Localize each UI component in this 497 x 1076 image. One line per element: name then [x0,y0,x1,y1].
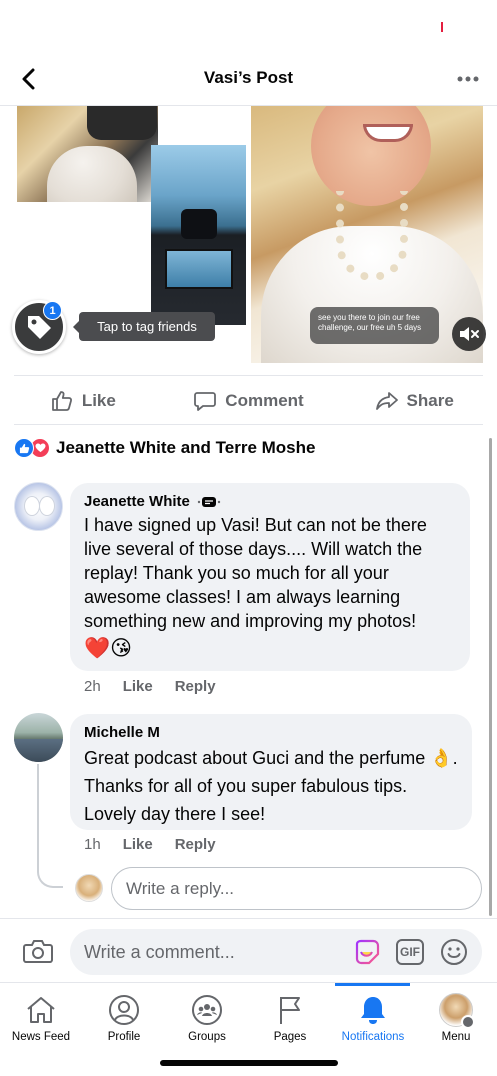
like-reaction-icon [14,438,34,458]
reactions-summary[interactable]: Jeanette White and Terre Moshe [14,436,315,460]
tab-news-feed[interactable]: News Feed [0,983,82,1053]
mute-button[interactable] [452,317,486,351]
comment-time: 2h [84,678,101,695]
page-title: Vasi’s Post [203,68,294,87]
comment-author[interactable]: Michelle M [84,724,160,741]
groups-icon [192,995,222,1025]
flag-icon [280,997,300,1024]
smiley-icon [441,939,467,965]
speaker-muted-icon [460,327,479,341]
bell-icon [361,997,385,1024]
divider [14,375,483,376]
comment-text: Great podcast about Guci and the perfume… [84,748,458,824]
home-icon [27,997,55,1023]
comment-label: Comment [225,391,304,410]
tab-label: Notifications [341,1031,405,1043]
photo-detail [87,106,157,140]
tab-label: Menu [441,1031,471,1043]
avatar [439,993,475,1029]
chevron-left-icon [22,68,35,90]
tab-groups[interactable]: Groups [166,983,248,1053]
comment-like-button[interactable]: Like [123,678,153,695]
heart-and-kiss-emoji: ❤️😘 [84,637,133,660]
share-icon [375,392,398,410]
back-button[interactable] [14,64,44,94]
divider [14,424,483,425]
post-actions: Like Comment Share [0,380,497,422]
tab-label: Groups [188,1031,226,1043]
tab-pages[interactable]: Pages [249,983,331,1053]
avatar-detail [40,497,54,515]
share-button[interactable]: Share [331,380,497,422]
photo-selfie-with-camera[interactable] [17,106,158,202]
camera-icon [23,940,53,963]
recording-indicator [441,22,443,32]
comment-button[interactable]: Comment [166,380,332,422]
comment-composer: Write a comment... GIF [0,918,497,982]
like-label: Like [81,391,116,410]
tab-label: Pages [273,1031,307,1043]
tab-label: News Feed [11,1031,71,1043]
reactions-names: Jeanette White and Terre Moshe [56,438,316,457]
photo-detail [336,191,408,281]
gif-button[interactable]: GIF [396,939,424,965]
like-button[interactable]: Like [0,380,166,422]
comment-author[interactable]: Jeanette White [84,493,190,510]
avatar [75,874,103,902]
comment-bubble[interactable]: Jeanette White I have signed up Vasi! Bu… [70,483,470,671]
sticker-icon [355,939,380,965]
tab-menu[interactable]: Menu [415,983,497,1053]
tag-tooltip[interactable]: Tap to tag friends [73,312,215,341]
post-header: Vasi’s Post [0,52,497,106]
fan-badge-icon [196,494,222,510]
comment-reply-button[interactable]: Reply [175,836,216,853]
menu-badge-icon [461,1015,475,1029]
comment-reply-button[interactable]: Reply [175,678,216,695]
reply-thread-line [37,764,63,888]
photo-camera-screen[interactable] [151,145,246,325]
more-dots-icon [457,76,479,82]
avatar-detail [14,739,63,762]
tag-count-badge: 1 [43,301,62,320]
comment-time: 1h [84,836,101,853]
reply-input[interactable]: Write a reply... [111,867,482,910]
scrollbar[interactable] [489,438,492,916]
camera-button[interactable] [22,936,54,966]
tab-label: Profile [107,1031,141,1043]
sticker-button[interactable] [352,937,382,967]
avatar-detail [25,497,39,515]
status-bar [0,0,497,52]
comment-text: I have signed up Vasi! But can not be th… [84,515,427,631]
tab-notifications[interactable]: Notifications [332,983,414,1053]
thumbs-up-icon [51,391,72,411]
share-label: Share [406,391,454,410]
video-caption: see you there to join our free challenge… [310,307,439,344]
avatar[interactable] [14,482,63,531]
photo-detail [181,209,217,239]
avatar[interactable] [14,713,63,762]
emoji-button[interactable] [439,937,469,967]
comment-bubble[interactable]: Michelle M Great podcast about Guci and … [70,714,472,830]
comment-meta: 2h Like Reply [84,678,216,695]
photo-detail [165,249,233,289]
tab-profile[interactable]: Profile [83,983,165,1053]
comment-icon [194,392,217,411]
comment-meta: 1h Like Reply [84,836,216,853]
comment-like-button[interactable]: Like [123,836,153,853]
profile-icon [109,995,139,1025]
home-indicator [160,1060,338,1066]
more-options-button[interactable] [453,64,483,94]
photo-detail [47,146,137,202]
